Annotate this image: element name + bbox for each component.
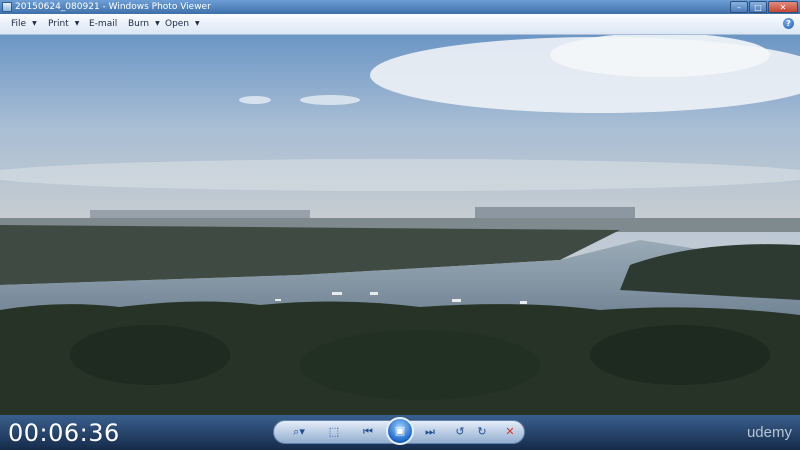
slideshow-button[interactable]: ▣ [386, 417, 414, 445]
boat [370, 292, 378, 295]
tree-canopy [590, 325, 770, 385]
harbour-photo [0, 35, 800, 415]
boat [275, 299, 281, 301]
menu-print[interactable]: Print ▼ [48, 14, 79, 34]
cloud-small [239, 96, 271, 104]
close-button[interactable]: ✕ [768, 1, 798, 13]
tree-canopy [300, 330, 540, 400]
menu-file[interactable]: File ▼ [11, 14, 37, 34]
minimize-button[interactable]: – [730, 1, 748, 13]
video-timestamp: 00:06:36 [8, 419, 120, 447]
zoom-icon[interactable]: ⌕▾ [288, 424, 310, 440]
previous-icon[interactable]: ⏮ [360, 424, 376, 440]
rotate-left-icon[interactable]: ↺ [452, 424, 468, 440]
title-bar[interactable]: 20150624_080921 - Windows Photo Viewer –… [0, 0, 800, 14]
tree-canopy [70, 325, 230, 385]
next-icon[interactable]: ⏭ [422, 424, 438, 440]
bottom-bar: 00:06:36 ⌕▾ ⬚ ⏮ ▣ ⏭ ↺ ↻ ✕ udemy [0, 415, 800, 450]
chevron-down-icon: ▼ [155, 20, 160, 27]
menu-burn[interactable]: Burn ▼ [128, 14, 160, 34]
menu-open[interactable]: Open ▼ [165, 14, 200, 34]
boat [520, 301, 527, 304]
photo-toolbar: ⌕▾ ⬚ ⏮ ▣ ⏭ ↺ ↻ ✕ [273, 417, 525, 445]
fit-window-icon[interactable]: ⬚ [326, 424, 342, 440]
window-controls: – □ ✕ [730, 1, 798, 13]
menu-email[interactable]: E-mail [89, 14, 117, 34]
chevron-down-icon: ▼ [195, 20, 200, 27]
cloud-band [0, 159, 800, 191]
photo-viewer-icon [2, 2, 12, 12]
udemy-watermark: udemy [746, 424, 792, 441]
delete-icon[interactable]: ✕ [502, 424, 518, 440]
maximize-button[interactable]: □ [749, 1, 767, 13]
window-title: 20150624_080921 - Windows Photo Viewer [15, 2, 211, 12]
boat [452, 299, 461, 302]
rotate-right-icon[interactable]: ↻ [474, 424, 490, 440]
chevron-down-icon: ▼ [74, 20, 80, 27]
cloud-large-top [550, 35, 770, 77]
photo-display [0, 35, 800, 415]
chevron-down-icon: ▼ [32, 20, 37, 27]
boat [332, 292, 342, 295]
help-icon[interactable]: ? [783, 18, 794, 29]
cloud-small [300, 95, 360, 105]
menu-bar: File ▼ Print ▼ E-mail Burn ▼ Open ▼ ? [0, 14, 800, 35]
